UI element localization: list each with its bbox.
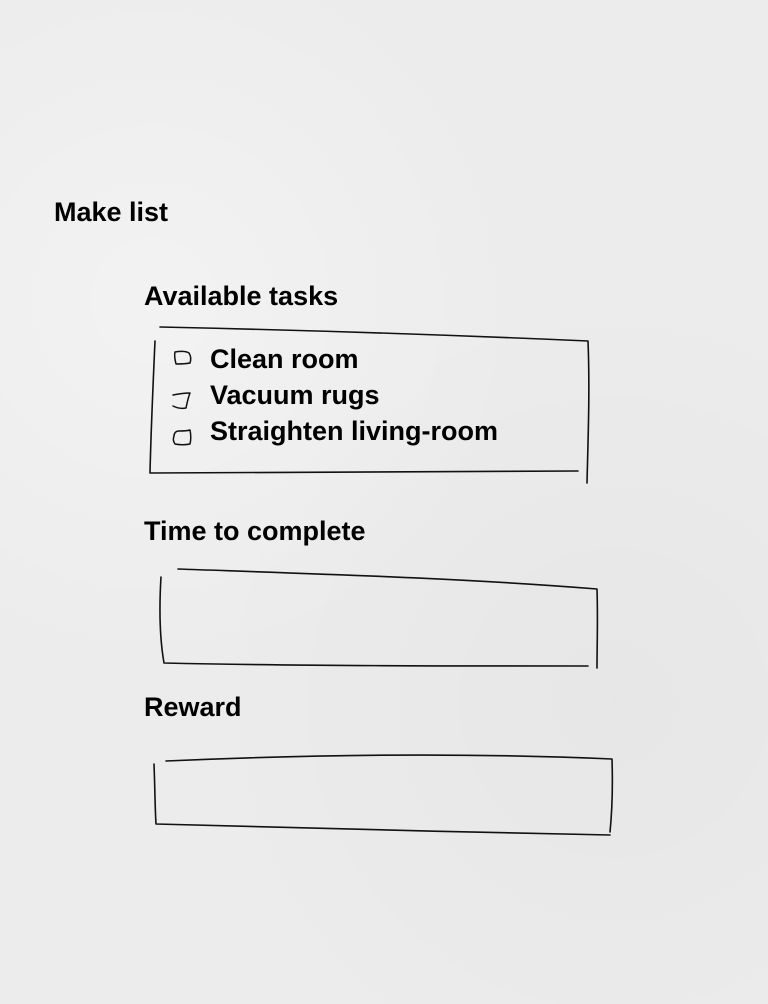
task-list: Clean room Vacuum rugs Straighten living… [150,336,590,478]
task-item-clean-room[interactable]: Clean room [150,341,580,377]
task-label: Straighten living-room [210,416,499,446]
checkbox-icon[interactable] [168,419,196,447]
task-label: Vacuum rugs [210,380,380,410]
reward-label: Reward [144,692,242,722]
task-label: Clean room [210,344,359,374]
page-title: Make list [54,197,169,227]
task-item-straighten-living-room[interactable]: Straighten living-room [150,413,580,449]
time-to-complete-input[interactable] [160,570,598,670]
reward-input[interactable] [153,752,613,836]
checkbox-icon[interactable] [168,383,196,411]
sketch-paper-background [0,0,768,1004]
checkbox-icon[interactable] [168,347,196,375]
available-tasks-label: Available tasks [144,281,339,311]
time-to-complete-label: Time to complete [144,516,366,546]
task-item-vacuum-rugs[interactable]: Vacuum rugs [150,377,580,413]
